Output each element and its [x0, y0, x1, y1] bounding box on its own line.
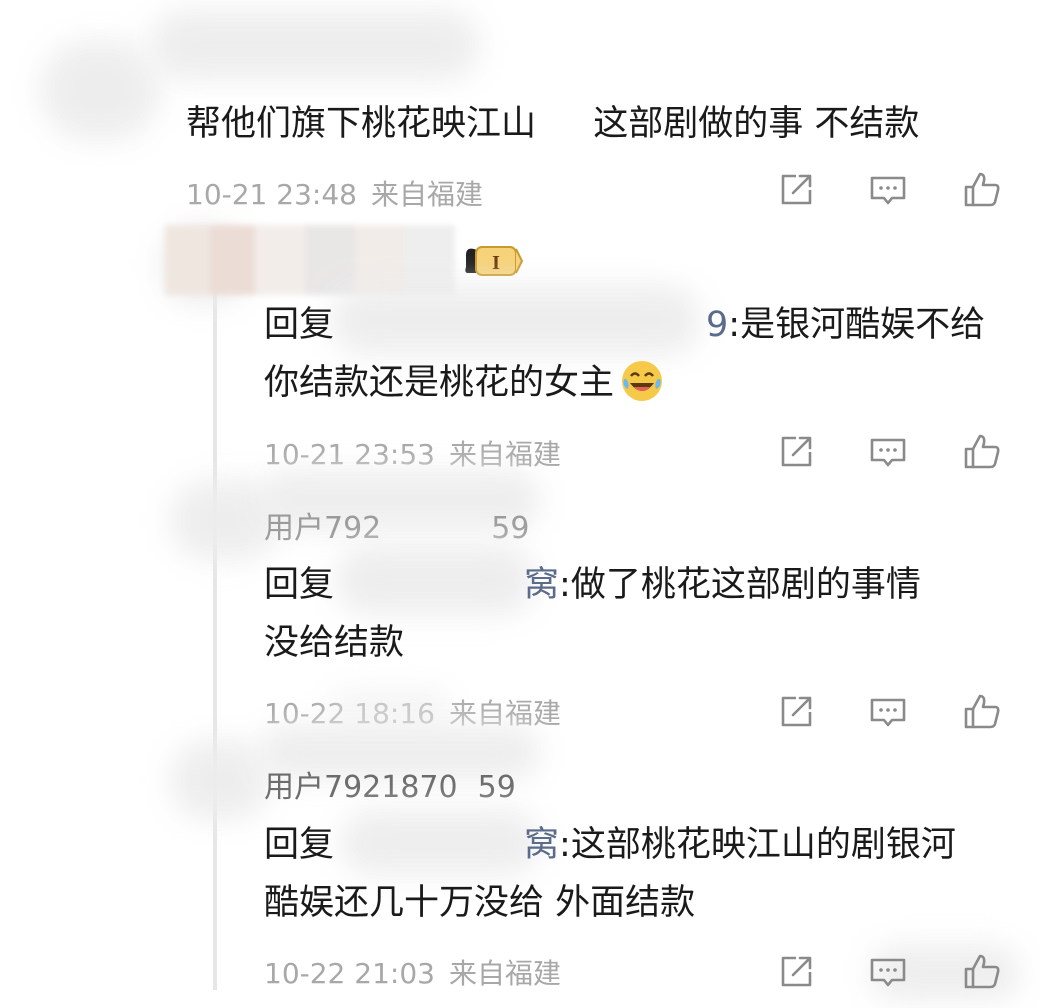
like-icon[interactable] [962, 952, 1002, 992]
share-icon[interactable] [776, 692, 816, 732]
reply-time: 10-21 23:53 [264, 438, 435, 471]
comment-meta: 10-21 23:48 来自福建 [186, 173, 483, 213]
reply-text: 回复 窝:这部桃花映江山的剧银河 [264, 825, 956, 865]
comment-icon[interactable] [868, 170, 908, 210]
blurred-username-top [150, 10, 480, 80]
reply-text: 回复 窝:做了桃花这部剧的事情 [264, 565, 921, 605]
reply-text-line2: 你结款还是桃花的女主 [264, 354, 664, 412]
share-icon[interactable] [776, 432, 816, 472]
share-icon[interactable] [776, 170, 816, 210]
svg-text:I: I [492, 252, 500, 274]
blurred-avatar [170, 740, 270, 820]
laughing-tears-emoji-icon [622, 361, 663, 401]
reply-location: 来自福建 [448, 438, 561, 471]
comment-icon[interactable] [868, 432, 908, 472]
like-icon[interactable] [962, 692, 1002, 732]
blurred-avatar-top [40, 40, 160, 140]
comment-time: 10-21 23:48 [186, 178, 357, 211]
reply-meta: 10-21 23:53 来自福建 [264, 433, 561, 473]
reply-text-line2: 酷娱还几十万没给 外面结款 [264, 883, 696, 923]
comment-icon[interactable] [868, 952, 908, 992]
like-icon[interactable] [962, 432, 1002, 472]
reply-meta: 10-22 21:03 来自福建 [264, 952, 561, 992]
share-icon[interactable] [776, 952, 816, 992]
comment-text: 帮他们旗下桃花映江山 这部剧做的事 不结款 [186, 104, 920, 144]
blurred-meta-overlap [330, 690, 450, 720]
thread-indent-line [213, 290, 217, 990]
reply-username: 用户792 59 [264, 511, 530, 546]
reply-username: 用户7921870 59 [264, 770, 516, 805]
level-badge-icon: I [465, 246, 524, 276]
reply-time: 10-22 21:03 [264, 957, 435, 990]
comment-location: 来自福建 [370, 178, 483, 211]
reply-text-line2: 没给结款 [264, 623, 405, 663]
comment-icon[interactable] [868, 692, 908, 732]
reply-text: 回复 9:是银河酷娱不给 [264, 305, 986, 345]
reply-location: 来自福建 [448, 957, 561, 990]
like-icon[interactable] [962, 170, 1002, 210]
